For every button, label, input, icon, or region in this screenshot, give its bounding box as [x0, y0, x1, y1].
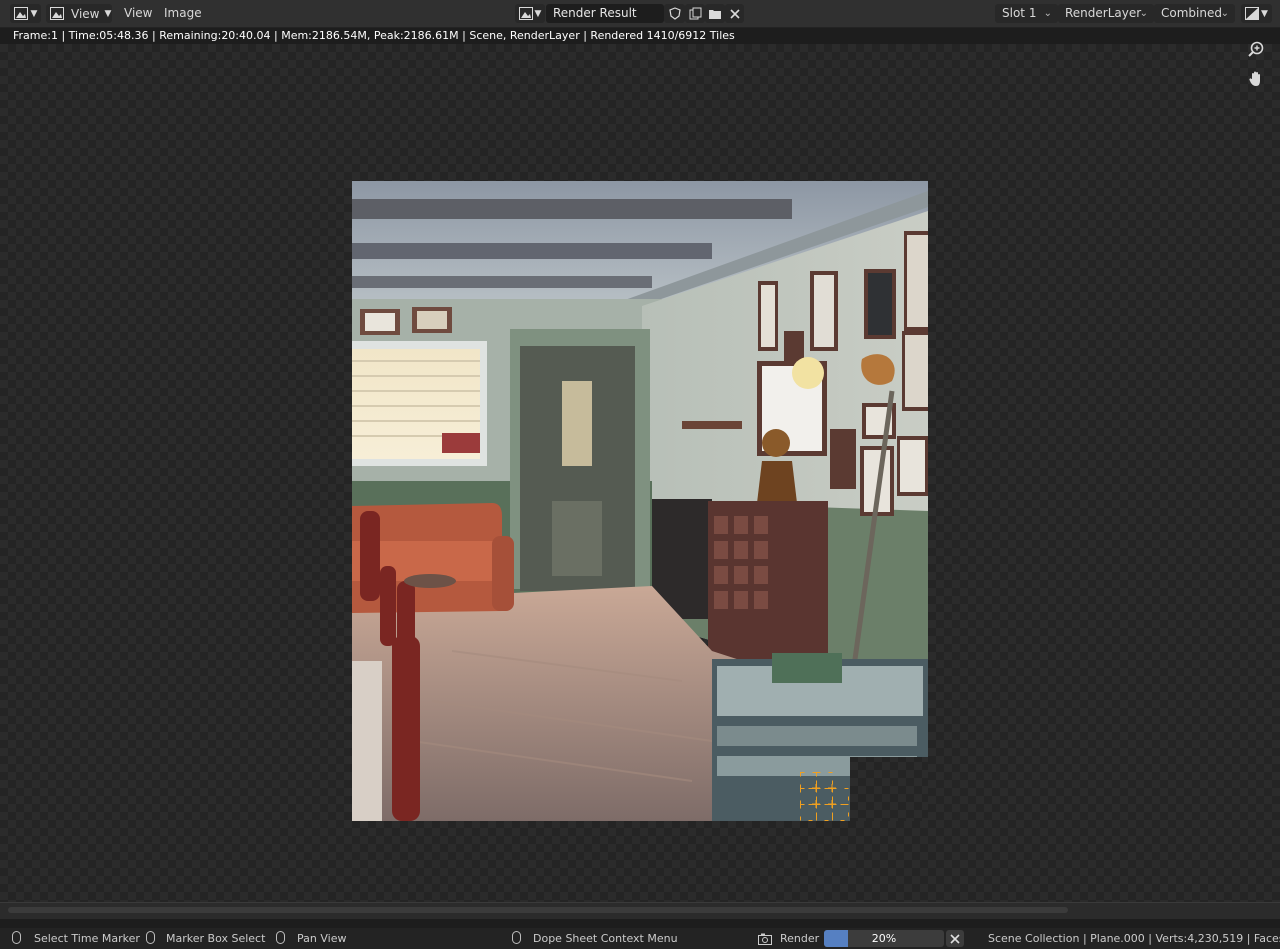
display-channels-icon: [1245, 7, 1260, 20]
status-marker-box-select: Marker Box Select: [166, 932, 266, 945]
unlink-image-button[interactable]: [725, 4, 744, 23]
view-mode-dropdown[interactable]: View ▼: [46, 4, 112, 23]
status-select-time-marker: Select Time Marker: [34, 932, 140, 945]
browse-image-button[interactable]: ▼: [515, 4, 545, 23]
chevron-down-icon: ▼: [1261, 8, 1268, 19]
render-progress-bar: 20%: [824, 930, 944, 947]
status-bar: Select Time Marker Marker Box Select Pan…: [0, 928, 1280, 949]
cancel-render-button[interactable]: [946, 930, 964, 947]
status-dope-sheet-menu: Dope Sheet Context Menu: [533, 932, 678, 945]
mouse-left-icon: [12, 931, 21, 944]
slot-dropdown[interactable]: Slot 1 ⌄: [995, 4, 1058, 23]
status-pan-view: Pan View: [297, 932, 347, 945]
image-browse-icon: [518, 7, 533, 20]
new-image-button[interactable]: [685, 4, 705, 23]
render-preview-picture: [352, 181, 928, 821]
close-icon: [950, 933, 960, 944]
render-layer-dropdown[interactable]: RenderLayer ⌄: [1058, 4, 1154, 23]
pending-tile-area: [850, 757, 928, 821]
editor-type-button[interactable]: ▼: [10, 4, 41, 23]
render-pass-label: Combined: [1161, 6, 1222, 20]
display-channels-button[interactable]: ▼: [1241, 4, 1272, 23]
slot-label: Slot 1: [1002, 6, 1037, 20]
zoom-view-button[interactable]: [1244, 37, 1268, 61]
tile-marker-icon: [800, 772, 849, 821]
image-name-field[interactable]: Render Result: [546, 4, 664, 23]
status-scene-info: Scene Collection | Plane.000 | Verts:4,2…: [988, 932, 1280, 945]
chevron-down-icon: ⌄: [1139, 8, 1148, 19]
view-mode-label: View: [71, 6, 100, 21]
scrollbar-thumb[interactable]: [8, 907, 1068, 913]
image-editor-header: ▼ View ▼ View Image ▼ Render Result Slot…: [0, 0, 1280, 28]
menu-image[interactable]: Image: [164, 6, 202, 20]
status-render-label: Render: [780, 932, 820, 945]
chevron-down-icon: ▼: [104, 8, 112, 19]
duplicate-icon: [689, 7, 701, 20]
chevron-down-icon: ▼: [30, 8, 38, 19]
hand-icon: [1249, 71, 1260, 86]
shield-icon: [668, 7, 681, 20]
pan-view-button[interactable]: [1244, 67, 1268, 91]
folder-icon: [709, 9, 721, 19]
active-tile-markers: [800, 772, 849, 821]
render-result-image: [352, 181, 928, 821]
close-icon: [729, 8, 740, 19]
chevron-down-icon: ⌄: [1043, 8, 1052, 19]
menu-view[interactable]: View: [124, 6, 152, 20]
mouse-drag-icon: [146, 931, 155, 944]
open-image-button[interactable]: [705, 4, 725, 23]
horizontal-scrollbar[interactable]: [0, 902, 1280, 919]
chevron-down-icon: ⌄: [1220, 8, 1229, 19]
render-pass-dropdown[interactable]: Combined ⌄: [1154, 4, 1235, 23]
mouse-right-icon: [512, 931, 521, 944]
fake-user-button[interactable]: [664, 4, 685, 23]
chevron-down-icon: ▼: [534, 8, 542, 19]
image-editor-icon: [13, 7, 28, 20]
render-layer-label: RenderLayer: [1065, 6, 1142, 20]
zoom-icon: [1248, 41, 1264, 57]
mouse-middle-icon: [276, 931, 285, 944]
render-progress-text: 20%: [871, 932, 897, 945]
camera-render-icon: [758, 933, 772, 945]
image-icon: [50, 7, 64, 20]
render-stats: Frame:1 | Time:05:48.36 | Remaining:20:4…: [13, 29, 735, 42]
